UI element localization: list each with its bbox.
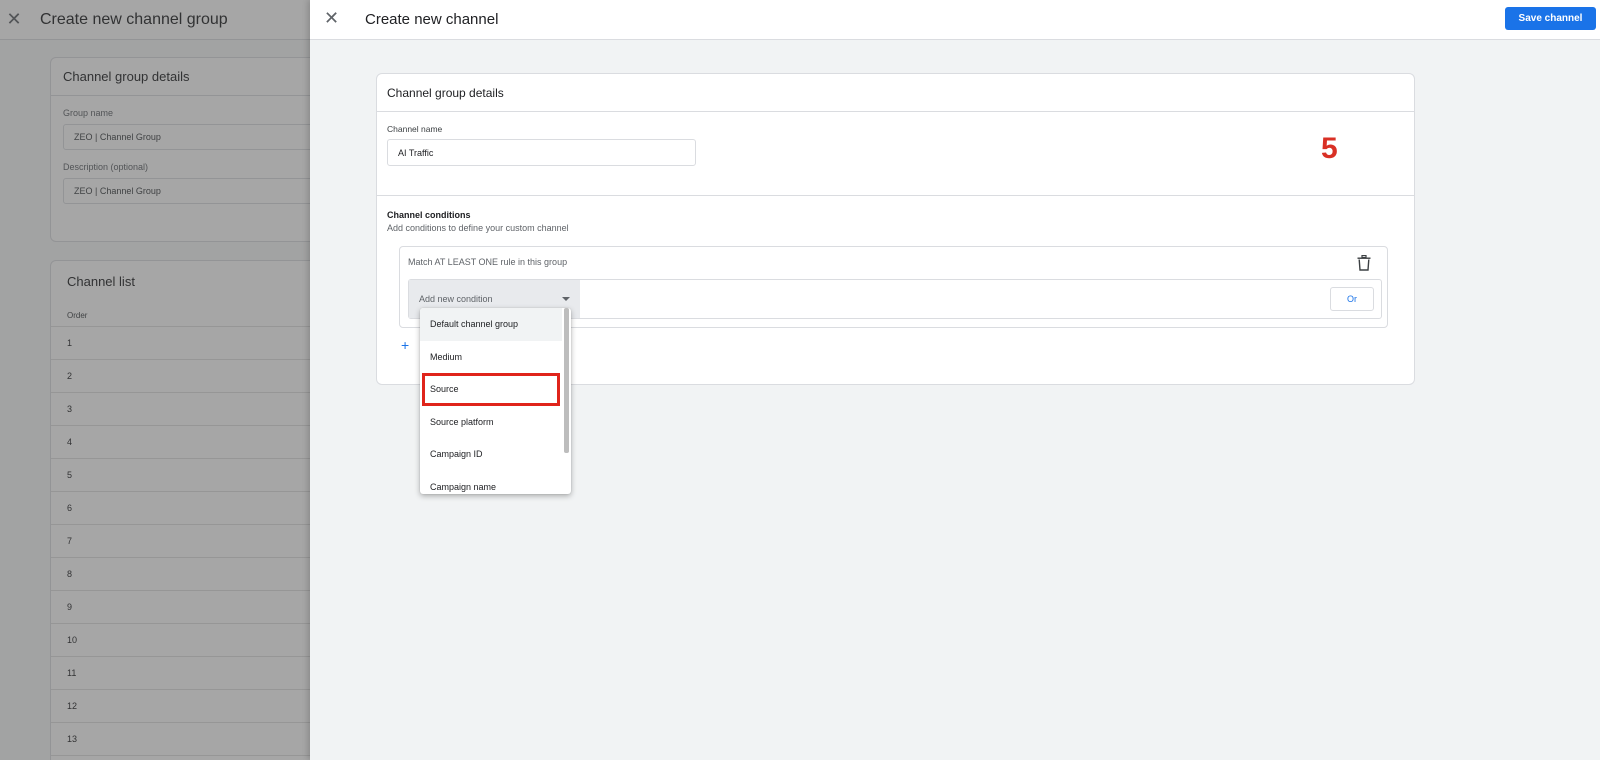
step-number-annotation: 5 bbox=[1321, 132, 1338, 165]
table-row[interactable]: 7 bbox=[51, 525, 310, 558]
sheet-header: ✕ Create new channel Save channel bbox=[310, 0, 1600, 40]
table-row[interactable]: 10 bbox=[51, 624, 310, 657]
table-row[interactable]: 12 bbox=[51, 690, 310, 723]
background-panel: ✕ Create new channel group Channel group… bbox=[0, 0, 310, 760]
table-row[interactable]: 13 bbox=[51, 723, 310, 756]
table-row[interactable]: 11 bbox=[51, 657, 310, 690]
group-details-title: Channel group details bbox=[51, 58, 310, 96]
conditions-title: Channel conditions bbox=[387, 210, 471, 220]
table-row[interactable]: 6 bbox=[51, 492, 310, 525]
dropdown-option-default-channel-group[interactable]: Default channel group bbox=[420, 308, 562, 341]
dropdown-option-source-platform[interactable]: Source platform bbox=[420, 406, 562, 439]
dropdown-options: Default channel group Medium Source Sour… bbox=[420, 308, 562, 494]
table-row[interactable]: 9 bbox=[51, 591, 310, 624]
or-button[interactable]: Or bbox=[1330, 287, 1374, 311]
background-header: ✕ Create new channel group bbox=[0, 0, 310, 40]
group-name-input[interactable]: ZEO | Channel Group bbox=[63, 124, 310, 150]
sheet-title: Create new channel bbox=[365, 11, 499, 28]
dropdown-option-medium[interactable]: Medium bbox=[420, 341, 562, 374]
table-row[interactable]: 2 bbox=[51, 360, 310, 393]
condition-dropdown-menu: Default channel group Medium Source Sour… bbox=[420, 308, 571, 494]
add-condition-placeholder: Add new condition bbox=[419, 294, 493, 304]
table-row[interactable]: 3 bbox=[51, 393, 310, 426]
close-icon[interactable]: ✕ bbox=[0, 9, 28, 30]
close-icon[interactable]: ✕ bbox=[324, 8, 339, 29]
channel-name-section: Channel name 5 bbox=[377, 112, 1414, 196]
table-row[interactable]: 8 bbox=[51, 558, 310, 591]
dropdown-option-campaign-id[interactable]: Campaign ID bbox=[420, 438, 562, 471]
rule-group-label: Match AT LEAST ONE rule in this group bbox=[408, 257, 568, 267]
save-channel-button[interactable]: Save channel bbox=[1505, 7, 1596, 30]
dropdown-option-campaign-name[interactable]: Campaign name bbox=[420, 471, 562, 495]
table-row[interactable]: 1 bbox=[51, 327, 310, 360]
chevron-down-icon bbox=[562, 297, 570, 301]
table-row[interactable]: 5 bbox=[51, 459, 310, 492]
channel-list-title: Channel list bbox=[67, 273, 135, 289]
dropdown-option-source[interactable]: Source bbox=[422, 373, 560, 406]
description-label: Description (optional) bbox=[63, 162, 149, 172]
plus-icon[interactable]: + bbox=[401, 337, 409, 353]
table-row[interactable]: 4 bbox=[51, 426, 310, 459]
channel-name-input[interactable] bbox=[387, 139, 696, 166]
trash-icon[interactable] bbox=[1357, 255, 1371, 271]
dropdown-scrollbar[interactable] bbox=[564, 308, 569, 453]
channel-list-rows: 1 2 3 4 5 6 7 8 9 10 11 12 13 bbox=[51, 327, 310, 756]
channel-name-label: Channel name bbox=[387, 124, 443, 134]
conditions-subtitle: Add conditions to define your custom cha… bbox=[387, 223, 569, 233]
description-input[interactable]: ZEO | Channel Group bbox=[63, 178, 310, 204]
group-name-label: Group name bbox=[63, 108, 114, 118]
order-column-header: Order bbox=[51, 301, 310, 327]
card-title: Channel group details bbox=[377, 74, 1414, 112]
group-details-card: Channel group details Group name ZEO | C… bbox=[50, 57, 310, 242]
background-title: Create new channel group bbox=[40, 10, 228, 28]
channel-list-card: Channel list Order 1 2 3 4 5 6 7 8 9 10 … bbox=[50, 260, 310, 760]
